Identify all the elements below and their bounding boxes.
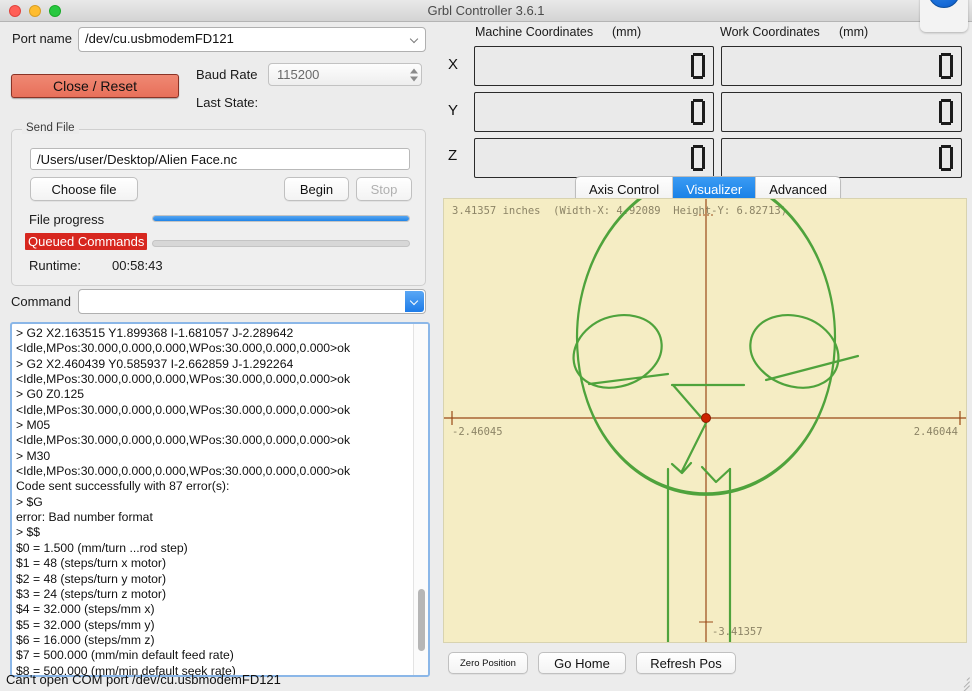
axis-label-x: X [448, 56, 459, 73]
work-coordinate-z [721, 138, 962, 178]
command-combobox[interactable] [78, 289, 426, 314]
port-name-label: Port name [12, 31, 72, 46]
left-panel: Port name /dev/cu.usbmodemFD121 Close / … [0, 22, 435, 691]
command-label: Command [11, 294, 71, 309]
last-state-label: Last State: [196, 95, 259, 110]
queued-commands-bar [152, 240, 410, 247]
runtime-value: 00:58:43 [112, 258, 163, 273]
visualizer-label-bottom: -3.41357 [712, 626, 763, 638]
visualizer-action-buttons: Zero Position Go Home Refresh Pos [448, 652, 736, 674]
status-bar-message: Can't open COM port /dev/cu.usbmodemFD12… [6, 672, 281, 687]
console-scrollbar[interactable] [413, 324, 428, 675]
baud-rate-stepper[interactable]: 115200 [268, 63, 422, 86]
close-reset-button[interactable]: Close / Reset [11, 74, 179, 98]
chevron-down-icon[interactable] [405, 291, 424, 312]
seven-segment-zero-icon [691, 145, 705, 171]
refresh-pos-button[interactable]: Refresh Pos [636, 652, 736, 674]
stop-button: Stop [356, 177, 412, 201]
machine-coordinate-z [474, 138, 714, 178]
work-coordinate-x [721, 46, 962, 86]
work-coordinates-header: Work Coordinates [720, 25, 820, 39]
zero-position-button[interactable]: Zero Position [448, 652, 528, 674]
seven-segment-zero-icon [939, 99, 953, 125]
visualizer-label-right: 2.46044 [913, 426, 958, 438]
machine-coordinates-header: Machine Coordinates [475, 25, 594, 39]
seven-segment-zero-icon [691, 53, 705, 79]
visualizer-label-left: -2.46045 [452, 426, 503, 438]
console-scrollbar-thumb[interactable] [418, 589, 425, 651]
axis-label-z: Z [448, 147, 458, 164]
axis-label-y: Y [448, 102, 459, 119]
choose-file-button[interactable]: Choose file [30, 177, 138, 201]
work-coordinates-units: (mm) [839, 25, 869, 39]
begin-button[interactable]: Begin [284, 177, 349, 201]
port-name-value: /dev/cu.usbmodemFD121 [85, 31, 234, 46]
window-title: Grbl Controller 3.6.1 [427, 3, 545, 18]
grbl-controller-window: Grbl Controller 3.6.1 Port name /dev/cu.… [0, 0, 972, 691]
right-panel: Machine Coordinates (mm) Work Coordinate… [435, 22, 972, 691]
seven-segment-zero-icon [939, 53, 953, 79]
file-progress-bar [152, 215, 410, 222]
queued-commands-label: Queued Commands [25, 233, 148, 250]
work-coordinate-y [721, 92, 962, 132]
runtime-label: Runtime: [29, 258, 82, 273]
console-output[interactable]: > G2 X2.163515 Y1.899368 I-1.681057 J-2.… [10, 322, 430, 677]
go-home-button[interactable]: Go Home [538, 652, 626, 674]
console-text: > G2 X2.163515 Y1.899368 I-1.681057 J-2.… [16, 326, 351, 675]
chevron-down-icon[interactable] [405, 29, 424, 50]
machine-coordinate-y [474, 92, 714, 132]
file-path-field[interactable]: /Users/user/Desktop/Alien Face.nc [30, 148, 410, 170]
machine-coordinates-units: (mm) [612, 25, 642, 39]
visualizer-canvas[interactable]: 3.41357 inches (Width-X: 4.92089 Height-… [443, 198, 967, 643]
machine-coordinate-x [474, 46, 714, 86]
seven-segment-zero-icon [939, 145, 953, 171]
port-name-combobox[interactable]: /dev/cu.usbmodemFD121 [78, 27, 426, 52]
baud-rate-label: Baud Rate [196, 67, 258, 82]
origin-marker-icon [701, 413, 711, 423]
queued-commands-label-wrap: Queued Commands [25, 233, 148, 251]
stepper-arrows-icon[interactable] [410, 68, 418, 81]
baud-rate-value: 115200 [277, 67, 320, 82]
file-progress-label: File progress [29, 212, 105, 227]
send-file-group-title: Send File [22, 122, 79, 134]
send-file-group: Send File /Users/user/Desktop/Alien Face… [11, 122, 426, 286]
alien-face-toolpath [444, 199, 966, 642]
title-bar: Grbl Controller 3.6.1 [0, 0, 972, 22]
seven-segment-zero-icon [691, 99, 705, 125]
window-resize-grip[interactable] [956, 675, 970, 691]
